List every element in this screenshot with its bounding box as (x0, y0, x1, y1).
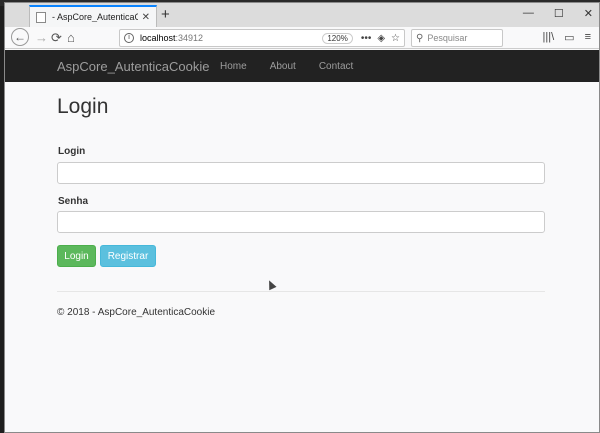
site-menu: Home About Contact (220, 61, 353, 72)
tab-title: - AspCore_AutenticaCookie (52, 12, 138, 22)
bookmark-star-icon[interactable]: ☆ (391, 33, 400, 44)
active-tab[interactable]: - AspCore_AutenticaCookie ✕ (29, 5, 157, 27)
maximize-button[interactable]: ☐ (554, 7, 564, 20)
tab-close-icon[interactable]: ✕ (142, 12, 150, 23)
url-port: :34912 (175, 33, 204, 43)
menu-icon[interactable]: ≡ (585, 31, 591, 44)
search-input[interactable]: ⚲ Pesquisar (411, 29, 503, 47)
sidebar-icon[interactable]: ▭ (564, 31, 574, 44)
page-actions-icon[interactable]: ••• (361, 33, 372, 44)
nav-link-home[interactable]: Home (220, 61, 247, 72)
page-content: Login (57, 95, 545, 119)
toolbar-icons: |||\ ▭ ≡ (543, 31, 591, 44)
page-favicon-icon (36, 11, 46, 23)
login-label: Login (58, 146, 86, 157)
minimize-button[interactable]: — (523, 7, 534, 20)
address-bar[interactable]: i localhost:34912 120% ••• ◈ ☆ (119, 29, 405, 47)
new-tab-button[interactable]: + (161, 7, 170, 23)
url-bar-icons: ••• ◈ ☆ (361, 33, 400, 44)
reload-button[interactable]: ⟳ (51, 30, 62, 46)
url-host: localhost (140, 33, 176, 43)
library-icon[interactable]: |||\ (543, 31, 555, 44)
forward-button[interactable]: → (35, 30, 48, 46)
tab-strip: - AspCore_AutenticaCookie ✕ + — ☐ ✕ (5, 3, 599, 27)
mouse-cursor-icon (265, 278, 277, 291)
login-input[interactable] (57, 162, 545, 184)
zoom-level-button[interactable]: 120% (322, 32, 353, 44)
footer-text: © 2018 - AspCore_AutenticaCookie (57, 307, 216, 318)
login-button[interactable]: Login (57, 245, 96, 267)
site-info-icon[interactable]: i (124, 33, 134, 43)
url-text[interactable]: localhost:34912 (140, 33, 322, 43)
close-window-button[interactable]: ✕ (584, 7, 593, 20)
search-icon: ⚲ (416, 32, 424, 44)
browser-window: - AspCore_AutenticaCookie ✕ + — ☐ ✕ ← → … (4, 2, 600, 433)
browser-toolbar: ← → ⟳ ⌂ i localhost:34912 120% ••• ◈ ☆ ⚲… (5, 27, 599, 49)
pocket-icon[interactable]: ◈ (377, 33, 385, 44)
password-label: Senha (58, 196, 89, 207)
page-title: Login (57, 95, 109, 118)
footer-divider (57, 291, 545, 292)
register-button[interactable]: Registrar (100, 245, 156, 267)
nav-link-contact[interactable]: Contact (319, 61, 353, 72)
search-placeholder: Pesquisar (427, 33, 468, 43)
nav-link-about[interactable]: About (270, 61, 296, 72)
window-controls: — ☐ ✕ (523, 7, 593, 20)
password-input[interactable] (57, 211, 545, 233)
back-button[interactable]: ← (11, 28, 29, 46)
site-brand-link[interactable]: AspCore_AutenticaCookie (57, 59, 209, 74)
home-button[interactable]: ⌂ (67, 30, 75, 46)
site-navbar: AspCore_AutenticaCookie Home About Conta… (5, 50, 599, 82)
